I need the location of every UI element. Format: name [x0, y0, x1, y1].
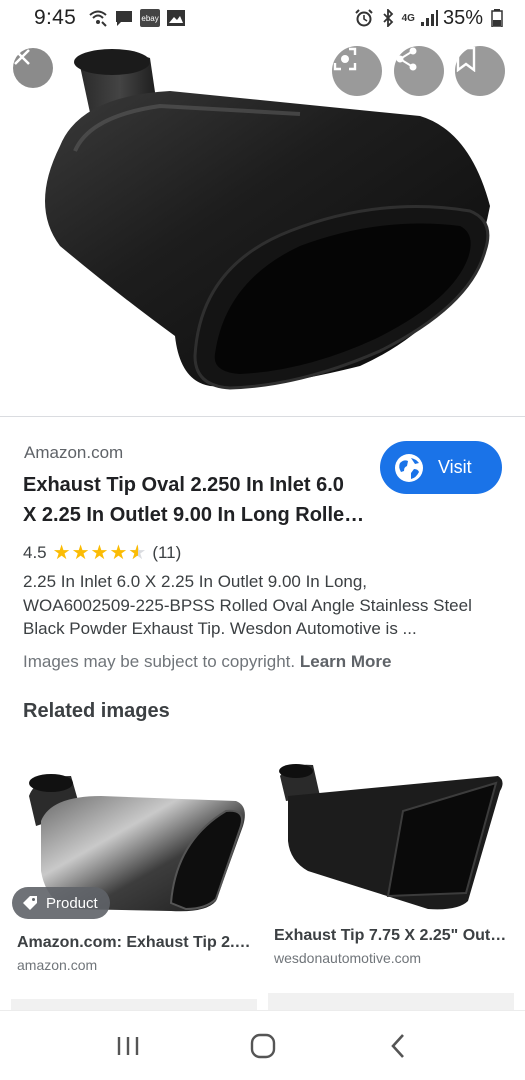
review-count: (11) [152, 542, 182, 562]
signal-icon [419, 9, 439, 27]
exhaust-tip-image [45, 49, 490, 390]
system-status: 4G 35% [354, 7, 507, 30]
alarm-icon [354, 9, 374, 27]
related-card-partial[interactable] [268, 993, 514, 1011]
status-time: 9:45 [34, 6, 77, 29]
home-button[interactable] [233, 1021, 293, 1071]
lens-button[interactable] [332, 46, 382, 96]
status-bar: 9:45 ebay 4G 35% [0, 0, 525, 36]
star-icon: ★ [52, 542, 71, 564]
wifi-call-icon [88, 9, 108, 27]
share-icon [396, 47, 417, 71]
image-icon [166, 9, 186, 27]
star-icon: ★ [90, 542, 109, 564]
tag-icon [23, 896, 37, 910]
hero-image[interactable] [0, 36, 525, 416]
copyright-notice: Images may be subject to copyright. Lear… [23, 652, 392, 672]
visit-button[interactable]: Visit [380, 441, 502, 494]
notification-icons: ebay [88, 9, 186, 27]
back-icon [390, 1033, 404, 1058]
related-image [268, 751, 514, 916]
globe-icon [395, 453, 423, 482]
home-icon [250, 1033, 275, 1058]
divider [0, 416, 525, 417]
related-card[interactable]: Exhaust Tip 7.75 X 2.25" Outl… wesdonaut… [268, 751, 514, 971]
black-exhaust-tip-image [279, 764, 503, 910]
related-card-domain: wesdonautomotive.com [274, 950, 422, 966]
rating-row: 4.5 ★ ★ ★ ★ ★ ★ (11) [23, 540, 181, 565]
star-icon: ★ [71, 542, 90, 564]
close-icon [14, 49, 30, 65]
network-type: 4G [401, 12, 415, 24]
result-title-line2: X 2.25 In Outlet 9.00 In Long Rolle… [23, 504, 365, 526]
result-title[interactable]: Exhaust Tip Oval 2.250 In Inlet 6.0 X 2.… [23, 470, 373, 530]
product-badge: Product [12, 887, 110, 919]
related-card-title: Amazon.com: Exhaust Tip 2.2… [17, 934, 253, 951]
message-icon [114, 9, 134, 27]
visit-label: Visit [438, 457, 472, 477]
description-line: Black Powder Exhaust Tip. Wesdon Automot… [23, 619, 417, 638]
learn-more-link[interactable]: Learn More [300, 652, 392, 671]
star-icon: ★ [109, 542, 128, 564]
save-button[interactable] [455, 46, 505, 96]
close-button[interactable] [13, 48, 53, 88]
bluetooth-icon [378, 9, 398, 27]
lens-icon [333, 47, 357, 71]
back-button[interactable] [368, 1021, 428, 1071]
related-card-title: Exhaust Tip 7.75 X 2.25" Outl… [274, 927, 510, 944]
rating-value: 4.5 [23, 542, 47, 562]
related-card[interactable]: Amazon.com: Exhaust Tip 2.2… amazon.com [11, 751, 257, 981]
copyright-text: Images may be subject to copyright. [23, 652, 296, 671]
battery-icon [487, 9, 507, 27]
result-title-line1: Exhaust Tip Oval 2.250 In Inlet 6.0 [23, 474, 344, 496]
recents-icon [117, 1036, 138, 1055]
recents-button[interactable] [98, 1021, 158, 1071]
share-button[interactable] [394, 46, 444, 96]
related-card-domain: amazon.com [17, 957, 98, 973]
half-star-icon: ★ ★ [128, 542, 147, 564]
description-line: WOA6002509-225-BPSS Rolled Oval Angle St… [23, 595, 472, 615]
navigation-bar [0, 1010, 525, 1080]
battery-percent: 35% [442, 6, 483, 29]
result-description: 2.25 In Inlet 6.0 X 2.25 In Outlet 9.00 … [23, 570, 508, 641]
rating-stars: ★ ★ ★ ★ ★ ★ [53, 540, 147, 565]
ebay-icon: ebay [140, 9, 161, 27]
bookmark-icon [456, 46, 476, 72]
related-images-heading: Related images [23, 700, 170, 722]
description-line: 2.25 In Inlet 6.0 X 2.25 In Outlet 9.00 … [23, 572, 368, 591]
product-badge-label: Product [46, 894, 98, 912]
result-source[interactable]: Amazon.com [24, 443, 123, 463]
